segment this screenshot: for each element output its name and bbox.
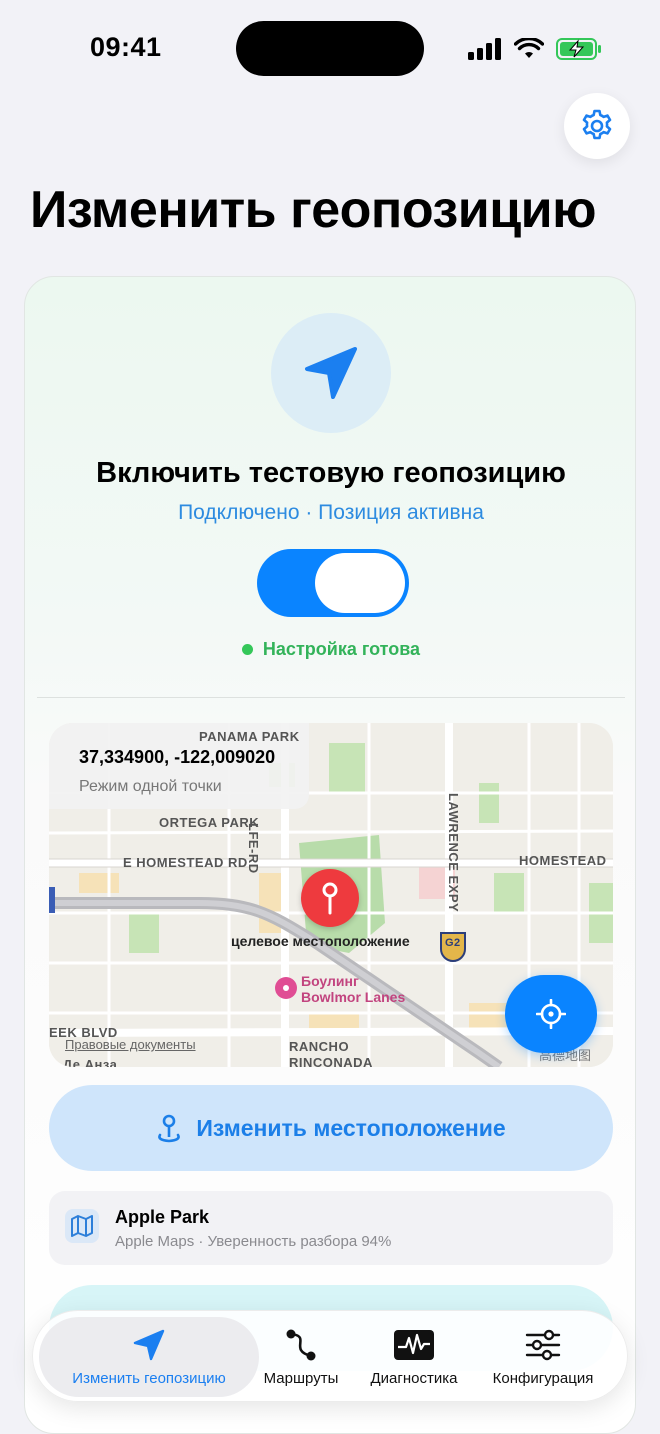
map-view[interactable]: 37,334900, -122,009020 Режим одной точки… (49, 723, 613, 1067)
wifi-icon (514, 38, 544, 58)
status-bar: 09:41 (0, 0, 660, 96)
status-time: 09:41 (90, 32, 162, 62)
divider (37, 697, 625, 698)
location-arrow-icon (133, 1329, 165, 1360)
location-card: Включить тестовую геопозицию Подключено … (24, 276, 636, 1434)
map-label-rinconada: RINCONADA (289, 1055, 373, 1067)
hero-subtitle: Подключено · Позиция активна (178, 501, 484, 524)
tab-routes[interactable]: Маршруты (253, 1311, 349, 1403)
map-label-rancho: RANCHO (289, 1039, 350, 1054)
place-row[interactable]: Apple Park Apple Maps · Уверенность разб… (49, 1191, 613, 1265)
pin-icon (322, 882, 338, 915)
crosshair-icon (536, 999, 566, 1029)
map-label-ortega-park: ORTEGA PARK (159, 815, 260, 830)
tab-label: Изменить геопозицию (72, 1369, 226, 1387)
map-label-lfe-rd: LFE-RD (246, 823, 261, 874)
tab-configuration[interactable]: Конфигурация (481, 1311, 605, 1403)
tab-diagnostics[interactable]: Диагностика (359, 1311, 469, 1403)
highway-shield-label: G2 (445, 937, 461, 949)
tab-bar: Изменить геопозицию Маршруты Диагностика (32, 1310, 628, 1402)
toggle-knob (315, 553, 405, 613)
ready-text: Настройка готова (262, 639, 421, 659)
sliders-icon (525, 1329, 561, 1360)
location-pin-icon (158, 1114, 181, 1143)
poi-label-ru: Боулинг (301, 973, 359, 989)
coordinates-value: 37,334900, -122,009020 (79, 747, 276, 767)
place-meta: Apple Maps · Уверенность разбора 94% (115, 1233, 392, 1250)
recenter-button[interactable] (505, 975, 597, 1053)
poi-label-en: Bowlmor Lanes (301, 989, 406, 1005)
battery-charging-icon (556, 38, 601, 60)
hero-icon-circle (271, 313, 391, 433)
status-dot-icon (241, 644, 253, 655)
location-arrow-icon (305, 347, 357, 399)
target-location-pin[interactable] (301, 869, 359, 927)
cellular-signal-icon (468, 38, 501, 60)
tab-label: Конфигурация (492, 1369, 594, 1387)
map-label-homestead-west: E HOMESTEAD RD (123, 855, 248, 870)
location-mode: Режим одной точки (79, 778, 222, 795)
map-label-lawrence-expy: LAWRENCE EXPY (446, 793, 461, 913)
bowling-poi-icon (275, 977, 297, 999)
poi-label: Боулинг Bowlmor Lanes (301, 973, 405, 1005)
tab-change-location[interactable]: Изменить геопозицию (39, 1317, 259, 1397)
dynamic-island (236, 21, 424, 76)
waveform-icon (394, 1329, 434, 1360)
page-title: Изменить геопозицию (30, 181, 597, 239)
gear-icon (582, 109, 612, 140)
map-label-homestead-east: HOMESTEAD (519, 853, 607, 868)
pin-label: целевое местоположение (231, 933, 410, 949)
legal-link[interactable]: Правовые документы (65, 1037, 196, 1052)
status-icons (468, 36, 602, 62)
map-icon (65, 1209, 99, 1243)
settings-button[interactable] (564, 93, 630, 159)
map-label-de-anza: ж Де Анза (49, 1057, 118, 1067)
change-location-label: Изменить местоположение (196, 1114, 506, 1141)
hero-title: Включить тестовую геопозицию (96, 457, 566, 489)
tab-label: Маршруты (263, 1369, 339, 1387)
ready-status: Настройка готова (25, 639, 635, 660)
change-location-button[interactable]: Изменить местоположение (49, 1085, 613, 1171)
tab-label: Диагностика (370, 1369, 458, 1387)
map-label-panama-park: PANAMA PARK (199, 729, 300, 744)
mock-location-toggle[interactable] (257, 549, 409, 617)
route-icon (286, 1329, 316, 1360)
place-name: Apple Park (115, 1207, 210, 1227)
